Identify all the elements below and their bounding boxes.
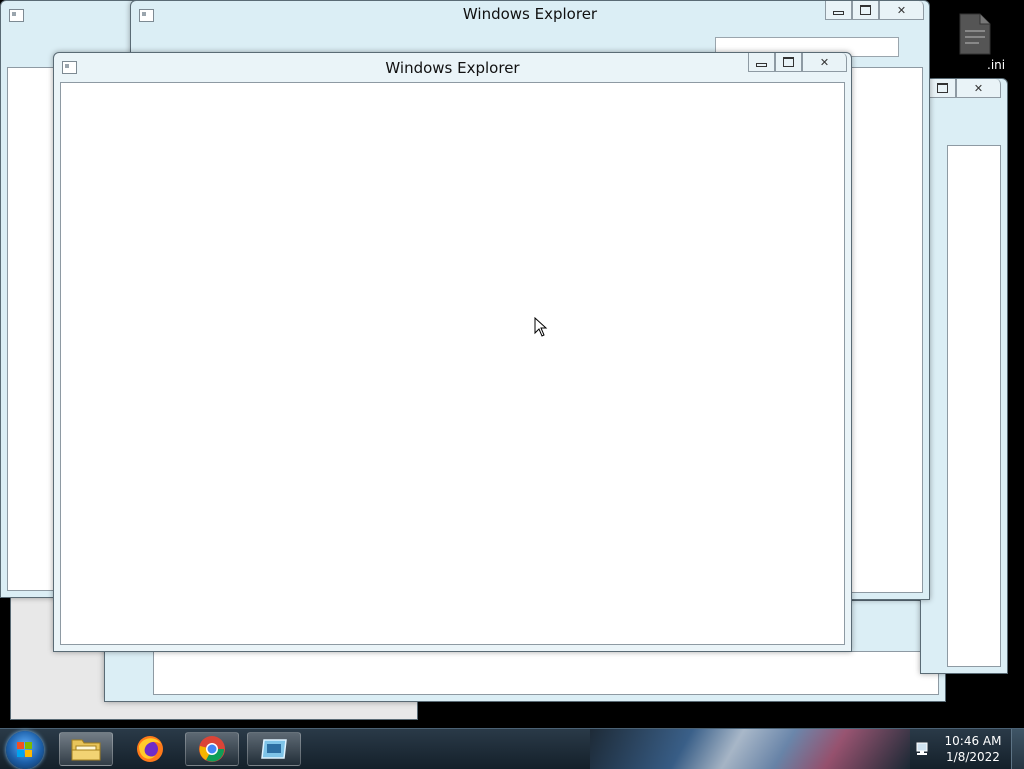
maximize-icon (860, 5, 871, 15)
minimize-icon (833, 10, 844, 15)
desktop-ini-file-icon[interactable] (956, 12, 992, 56)
close-icon: ✕ (973, 81, 984, 95)
window-title: Windows Explorer (385, 59, 520, 77)
taskbar: 10:46 AM 1/8/2022 (0, 728, 1024, 769)
mouse-cursor-icon (534, 316, 548, 341)
window-system-icon[interactable] (9, 9, 24, 22)
background-window-right[interactable]: ✕ (920, 78, 1008, 674)
windows-explorer-window[interactable]: Windows Explorer ✕ (53, 52, 852, 652)
maximize-button[interactable] (929, 79, 956, 98)
taskbar-app[interactable] (247, 732, 301, 766)
close-button[interactable]: ✕ (879, 1, 924, 20)
start-button[interactable] (6, 731, 44, 769)
window-content-area[interactable] (60, 82, 845, 645)
maximize-button[interactable] (775, 53, 802, 72)
close-button[interactable]: ✕ (802, 53, 847, 72)
close-button[interactable]: ✕ (956, 79, 1001, 98)
wallpaper-peek (590, 729, 910, 769)
taskbar-windows-explorer[interactable] (59, 732, 113, 766)
network-icon[interactable] (914, 741, 930, 757)
taskbar-firefox[interactable] (123, 732, 177, 766)
folder-icon (71, 739, 101, 761)
firefox-icon (137, 736, 163, 762)
window-app-icon (261, 739, 287, 759)
minimize-button[interactable] (748, 53, 775, 72)
minimize-icon (756, 62, 767, 67)
maximize-icon (783, 57, 794, 67)
minimize-button[interactable] (825, 1, 852, 20)
close-icon: ✕ (819, 55, 830, 69)
desktop-ini-file-label: .ini (987, 58, 1006, 72)
window-title: Windows Explorer (462, 5, 598, 23)
chrome-icon (199, 736, 225, 762)
windows-logo-icon (17, 742, 33, 758)
maximize-icon (937, 83, 948, 93)
maximize-button[interactable] (852, 1, 879, 20)
taskbar-clock[interactable]: 10:46 AM 1/8/2022 (940, 733, 1006, 765)
close-icon: ✕ (896, 3, 907, 17)
show-desktop-button[interactable] (1011, 729, 1024, 769)
clock-time: 10:46 AM (944, 734, 1002, 748)
clock-date: 1/8/2022 (946, 750, 1000, 764)
taskbar-chrome[interactable] (185, 732, 239, 766)
